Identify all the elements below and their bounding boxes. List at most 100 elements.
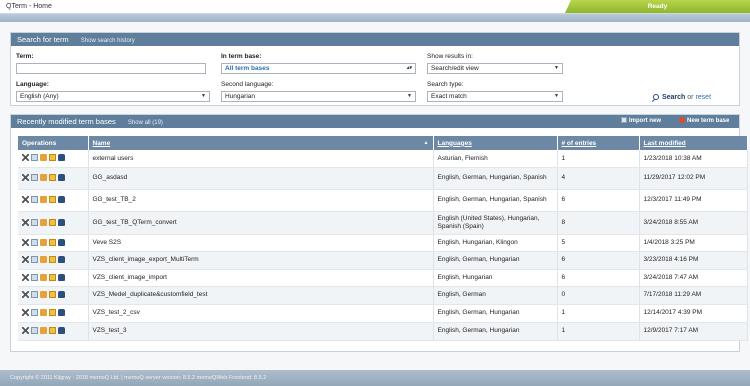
delete-icon[interactable] (22, 196, 29, 204)
table-row[interactable]: Veve S2S English, Hungarian, Klingon 5 1/4/… (18, 234, 748, 252)
name-cell[interactable]: GG_test_TB_QTerm_convert (88, 211, 434, 235)
name-cell[interactable]: Veve S2S (88, 234, 434, 252)
edit-icon[interactable] (31, 309, 38, 317)
export-icon[interactable] (49, 309, 56, 317)
table-row[interactable]: GG_asdasd English, German, Hungarian, Spa… (18, 167, 748, 190)
export-icon[interactable] (49, 238, 56, 246)
search-type-select[interactable]: Exact match ▼ (427, 91, 563, 102)
edit-icon[interactable] (31, 238, 38, 246)
edit-icon[interactable] (31, 154, 38, 162)
show-search-history-link[interactable]: Show search history (81, 38, 135, 44)
entries-cell: 6 (557, 189, 640, 212)
database-icon[interactable] (58, 256, 65, 264)
table-row[interactable]: external users Asturian, Flemish 1 1/23/201… (18, 150, 748, 168)
database-icon[interactable] (58, 218, 65, 226)
col-languages[interactable]: Languages (433, 136, 558, 150)
second-language-select[interactable]: Hungarian ▼ (221, 91, 416, 102)
entries-cell: 6 (557, 269, 640, 287)
edit-icon[interactable] (31, 291, 38, 299)
operations-cell (18, 304, 89, 323)
database-icon[interactable] (58, 291, 65, 299)
last-modified-cell: 12/14/2017 4:39 PM (639, 304, 748, 323)
table-row[interactable]: GG_test_TB_QTerm_convert English (United … (18, 211, 748, 235)
table-body: external users Asturian, Flemish 1 1/23/201… (18, 150, 748, 341)
table-row[interactable]: GG_test_TB_2 English, German, Hungarian, … (18, 189, 748, 212)
export-icon[interactable] (49, 218, 56, 226)
termbase-label: In term base: (221, 53, 262, 60)
last-modified-cell: 3/23/2018 4:16 PM (639, 251, 748, 270)
show-results-select[interactable]: Search/edit view ▼ (427, 63, 563, 74)
table-row[interactable]: VZS_client_image_export_MultiTerm English… (18, 251, 748, 270)
export-icon[interactable] (49, 154, 56, 162)
database-icon[interactable] (58, 309, 65, 317)
name-cell[interactable]: VZS_test_3 (88, 322, 434, 341)
database-icon[interactable] (58, 327, 65, 335)
import-icon[interactable] (40, 238, 47, 246)
table-row[interactable]: VZS_test_2_csv English, German, Hungarian… (18, 304, 748, 323)
edit-icon[interactable] (31, 174, 38, 182)
export-icon[interactable] (49, 174, 56, 182)
export-icon[interactable] (49, 256, 56, 264)
name-cell[interactable]: GG_test_TB_2 (88, 189, 434, 212)
edit-icon[interactable] (31, 218, 38, 226)
delete-icon[interactable] (22, 327, 29, 335)
import-icon[interactable] (40, 327, 47, 335)
edit-icon[interactable] (31, 196, 38, 204)
entries-cell: 4 (557, 167, 640, 190)
edit-icon[interactable] (31, 273, 38, 281)
name-cell[interactable]: external users (88, 150, 434, 168)
table-row[interactable]: VZS_client_image_import English, Hungaria… (18, 269, 748, 287)
reset-link[interactable]: reset (695, 94, 711, 101)
name-cell[interactable]: VZS_test_2_csv (88, 304, 434, 323)
import-icon[interactable] (40, 174, 47, 182)
import-icon[interactable] (40, 273, 47, 281)
delete-icon[interactable] (22, 256, 29, 264)
database-icon[interactable] (58, 174, 65, 182)
table-row[interactable]: VZS_test_3 English, German, Hungarian 1 12/… (18, 322, 748, 341)
operations-cell (18, 234, 89, 252)
import-icon[interactable] (40, 154, 47, 162)
export-icon[interactable] (49, 327, 56, 335)
import-new-button[interactable]: Import new (621, 115, 661, 128)
database-icon[interactable] (58, 273, 65, 281)
col-entries[interactable]: # of entries (557, 136, 640, 150)
term-input[interactable] (16, 63, 206, 74)
operations-cell (18, 251, 89, 270)
import-icon[interactable] (40, 218, 47, 226)
col-last-modified[interactable]: Last modified (639, 136, 748, 150)
delete-icon[interactable] (22, 238, 29, 246)
search-button[interactable]: Search (662, 94, 685, 101)
edit-icon[interactable] (31, 327, 38, 335)
import-icon[interactable] (40, 291, 47, 299)
edit-icon[interactable] (31, 256, 38, 264)
name-cell[interactable]: VZS_client_image_export_MultiTerm (88, 251, 434, 270)
show-all-link[interactable]: Show all (19) (128, 120, 163, 126)
export-icon[interactable] (49, 291, 56, 299)
import-icon[interactable] (40, 256, 47, 264)
export-icon[interactable] (49, 196, 56, 204)
search-type-value: Exact match (431, 93, 467, 100)
name-cell[interactable]: GG_asdasd (88, 167, 434, 190)
operations-cell (18, 167, 89, 190)
delete-icon[interactable] (22, 273, 29, 281)
database-icon[interactable] (58, 196, 65, 204)
import-icon[interactable] (40, 196, 47, 204)
delete-icon[interactable] (22, 309, 29, 317)
delete-icon[interactable] (22, 154, 29, 162)
table-row[interactable]: VZS_Medel_duplicate&customfield_test Engl… (18, 286, 748, 305)
chevron-down-icon: ▼ (554, 93, 559, 99)
import-icon[interactable] (40, 309, 47, 317)
name-cell[interactable]: VZS_client_image_import (88, 269, 434, 287)
col-name[interactable]: Name ▲ (88, 136, 434, 150)
delete-icon[interactable] (22, 218, 29, 226)
table-header-row: Operations Name ▲ Languages # of entries … (18, 136, 748, 150)
delete-icon[interactable] (22, 291, 29, 299)
delete-icon[interactable] (22, 174, 29, 182)
export-icon[interactable] (49, 273, 56, 281)
new-term-base-button[interactable]: New term base (679, 115, 729, 128)
database-icon[interactable] (58, 154, 65, 162)
termbase-select[interactable]: All term bases ▴▾ (221, 63, 416, 74)
name-cell[interactable]: VZS_Medel_duplicate&customfield_test (88, 286, 434, 305)
language-select[interactable]: English (Any) ▼ (16, 91, 210, 102)
database-icon[interactable] (58, 238, 65, 246)
